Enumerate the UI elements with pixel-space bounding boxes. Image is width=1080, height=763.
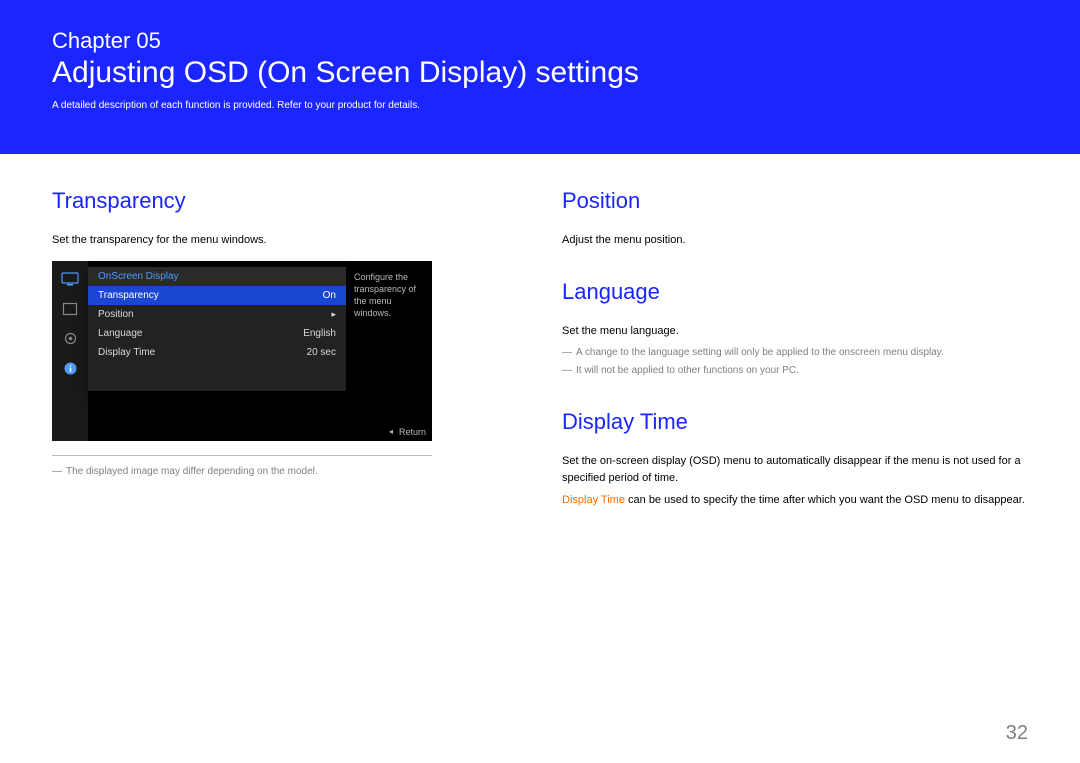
display-time-highlight: Display Time: [562, 494, 625, 506]
chapter-banner: Chapter 05 Adjusting OSD (On Screen Disp…: [0, 0, 1080, 154]
display-time-description-1: Set the on-screen display (OSD) menu to …: [562, 453, 1028, 486]
osd-row-label: Position: [98, 309, 134, 320]
osd-panel-header: OnScreen Display: [88, 267, 346, 286]
osd-row-value: English: [303, 328, 336, 339]
display-time-tail: can be used to specify the time after wh…: [625, 494, 1025, 506]
section-title-transparency: Transparency: [52, 188, 502, 214]
osd-row-label: Display Time: [98, 347, 155, 358]
transparency-description: Set the transparency for the menu window…: [52, 232, 502, 249]
section-title-position: Position: [562, 188, 1028, 214]
gear-icon: [60, 331, 80, 347]
osd-row-display-time[interactable]: Display Time 20 sec: [88, 343, 346, 362]
section-title-display-time: Display Time: [562, 409, 1028, 435]
divider: [52, 455, 432, 456]
osd-row-label: Language: [98, 328, 143, 339]
osd-sidebar: [52, 261, 88, 441]
language-description: Set the menu language.: [562, 323, 1028, 340]
section-title-language: Language: [562, 279, 1028, 305]
osd-row-value: 20 sec: [307, 347, 336, 358]
display-time-description-2: Display Time can be used to specify the …: [562, 492, 1028, 509]
osd-return-label[interactable]: Return: [399, 427, 426, 437]
osd-row-label: Transparency: [98, 290, 159, 301]
triangle-left-icon: ◂: [389, 427, 393, 436]
language-note-1: A change to the language setting will on…: [562, 345, 1028, 361]
position-description: Adjust the menu position.: [562, 232, 1028, 249]
osd-screenshot: OnScreen Display Transparency On Positio…: [52, 261, 432, 441]
page-number: 32: [1006, 722, 1028, 745]
osd-row-language[interactable]: Language English: [88, 324, 346, 343]
osd-row-position[interactable]: Position ▸: [88, 305, 346, 324]
chapter-subtitle: A detailed description of each function …: [52, 100, 1028, 111]
chapter-title: Adjusting OSD (On Screen Display) settin…: [52, 56, 1028, 90]
osd-panel: OnScreen Display Transparency On Positio…: [88, 267, 346, 391]
osd-tooltip: Configure the transparency of the menu w…: [350, 267, 424, 324]
language-note-2: It will not be applied to other function…: [562, 363, 1028, 379]
left-column: Transparency Set the transparency for th…: [52, 188, 502, 515]
frame-icon: [60, 301, 80, 317]
osd-footer: ◂ Return: [389, 427, 426, 437]
osd-row-value: On: [323, 290, 336, 301]
info-icon: [60, 361, 80, 377]
monitor-icon: [60, 271, 80, 287]
page-content: Transparency Set the transparency for th…: [0, 154, 1080, 515]
right-column: Position Adjust the menu position. Langu…: [562, 188, 1028, 515]
osd-row-transparency[interactable]: Transparency On: [88, 286, 346, 305]
chapter-label: Chapter 05: [52, 28, 1028, 54]
chevron-right-icon: ▸: [331, 309, 336, 320]
image-disclaimer: The displayed image may differ depending…: [52, 464, 502, 480]
